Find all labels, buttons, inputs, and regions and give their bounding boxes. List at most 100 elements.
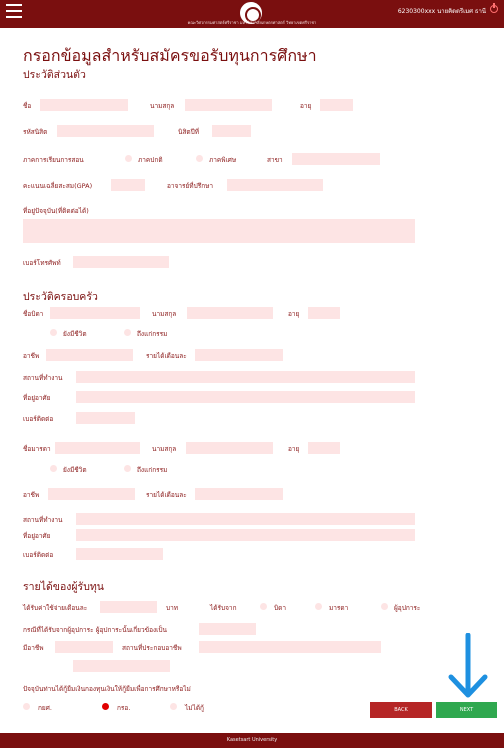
mother-age-label: อายุ: [288, 445, 300, 453]
age-input[interactable]: [320, 99, 353, 111]
mother-contact-label: เบอร์ติดต่อ: [23, 551, 54, 559]
father-age-label: อายุ: [288, 310, 300, 318]
footer: Kasetsart University: [0, 733, 504, 748]
father-age-input[interactable]: [308, 307, 340, 319]
address-input[interactable]: [23, 219, 415, 243]
mother-contact-input[interactable]: [76, 548, 163, 560]
mother-surname-input[interactable]: [186, 442, 273, 454]
from-father-radio[interactable]: [260, 603, 267, 610]
phone-input[interactable]: [73, 256, 169, 268]
father-occupation-label: อาชีพ: [23, 352, 40, 360]
father-surname-input[interactable]: [187, 307, 273, 319]
from-guardian-label: ผู้อุปการะ: [394, 604, 421, 612]
loan-kyos-radio[interactable]: [23, 703, 30, 710]
phone-label: เบอร์โทรศัพท์: [23, 259, 61, 267]
gpa-input[interactable]: [111, 179, 145, 191]
loan-none-label: ไม่ได้กู้: [185, 704, 204, 712]
regular-label: ภาคปกติ: [138, 156, 163, 164]
father-dead-label: ถึงแก่กรรม: [137, 330, 168, 338]
mother-alive-radio[interactable]: [50, 465, 57, 472]
faculty-name: คณะวิศวกรรมศาสตร์ศรีราชา มหาวิทยาลัยเกษต…: [187, 20, 317, 25]
father-contact-input[interactable]: [76, 412, 135, 424]
student-id-label: รหัสนิสิต: [23, 128, 48, 136]
father-workplace-label: สถานที่ทำงาน: [23, 374, 63, 382]
father-dead-radio[interactable]: [124, 329, 131, 336]
father-income-label: รายได้เดือนละ: [146, 352, 187, 360]
father-name-input[interactable]: [50, 307, 140, 319]
logout-icon[interactable]: [490, 3, 498, 13]
income-heading: รายได้ของผู้รับทุน: [23, 581, 104, 593]
father-alive-radio[interactable]: [50, 329, 57, 336]
guardian-workplace-input[interactable]: [199, 641, 381, 653]
back-button[interactable]: BACK: [370, 702, 432, 718]
mother-age-input[interactable]: [308, 442, 340, 454]
mother-income-input[interactable]: [195, 488, 283, 500]
mother-residence-input[interactable]: [76, 529, 415, 541]
student-id-input[interactable]: [57, 125, 154, 137]
mother-residence-label: ที่อยู่อาศัย: [23, 532, 51, 540]
regular-radio[interactable]: [125, 155, 132, 162]
monthly-label: ได้รับค่าใช้จ่ายเดือนละ: [23, 604, 88, 612]
from-mother-label: มารดา: [329, 604, 349, 612]
from-guardian-radio[interactable]: [381, 603, 388, 610]
major-label: สาขา: [267, 156, 283, 164]
father-income-input[interactable]: [195, 349, 283, 361]
father-occupation-input[interactable]: [46, 349, 133, 361]
address-label: ที่อยู่ปัจจุบัน(ที่ติดต่อได้): [23, 207, 89, 215]
father-surname-label: นามสกุล: [152, 310, 177, 318]
guardian-workplace-extra-input[interactable]: [73, 660, 170, 672]
age-label: อายุ: [300, 102, 312, 110]
surname-input[interactable]: [185, 99, 272, 111]
loan-question: ปัจจุบันท่านได้กู้ยืมเงินกองทุนเงินให้กู…: [23, 685, 191, 693]
loan-none-radio[interactable]: [170, 703, 177, 710]
top-bar: คณะวิศวกรรมศาสตร์ศรีราชา มหาวิทยาลัยเกษต…: [0, 0, 504, 28]
mother-dead-radio[interactable]: [124, 465, 131, 472]
user-name: 6230300xxx นายคิดตรีเมศ ธานี: [397, 8, 486, 15]
monthly-input[interactable]: [100, 601, 157, 613]
from-mother-radio[interactable]: [315, 603, 322, 610]
mother-occupation-input[interactable]: [48, 488, 135, 500]
name-input[interactable]: [40, 99, 128, 111]
guardian-occupation-label: มีอาชีพ: [23, 644, 44, 652]
guardian-occupation-input[interactable]: [55, 641, 113, 653]
personal-heading: ประวัติส่วนตัว: [23, 69, 86, 81]
baht-label: บาท: [166, 604, 179, 612]
guardian-workplace-label: สถานที่ประกอบอาชีพ: [122, 644, 182, 652]
from-label: ได้รับจาก: [210, 604, 237, 612]
special-label: ภาคพิเศษ: [209, 156, 237, 164]
father-residence-input[interactable]: [76, 391, 415, 403]
loan-kro-label: กรอ.: [117, 704, 131, 712]
father-alive-label: ยังมีชีวิต: [63, 330, 87, 338]
major-input[interactable]: [292, 153, 380, 165]
mother-workplace-input[interactable]: [76, 513, 415, 525]
arrow-down-icon: [448, 633, 488, 698]
surname-label: นามสกุล: [150, 102, 175, 110]
from-father-label: บิดา: [274, 604, 286, 612]
advisor-label: อาจารย์ที่ปรึกษา: [167, 182, 214, 190]
program-label: ภาคการเรียนการสอน: [23, 156, 84, 164]
loan-kro-radio[interactable]: [102, 703, 109, 710]
gpa-label: คะแนนเฉลี่ยสะสม(GPA): [23, 182, 93, 190]
year-input[interactable]: [212, 125, 251, 137]
loan-kyos-label: กยศ.: [38, 704, 52, 712]
father-contact-label: เบอร์ติดต่อ: [23, 415, 54, 423]
father-residence-label: ที่อยู่อาศัย: [23, 394, 51, 402]
mother-name-input[interactable]: [55, 442, 140, 454]
father-workplace-input[interactable]: [76, 371, 415, 383]
guardian-relation-input[interactable]: [199, 623, 256, 635]
mother-surname-label: นามสกุล: [152, 445, 177, 453]
guardian-note-label: กรณีที่ได้รับจากผู้อุปการะ ผู้อุปการะนั้…: [23, 626, 167, 634]
name-label: ชื่อ: [23, 102, 32, 110]
next-button[interactable]: NEXT: [436, 702, 497, 718]
advisor-input[interactable]: [227, 179, 323, 191]
special-radio[interactable]: [196, 155, 203, 162]
year-label: นิสิตปีที่: [178, 128, 200, 136]
mother-alive-label: ยังมีชีวิต: [63, 466, 87, 474]
father-label: ชื่อบิดา: [23, 310, 44, 318]
mother-workplace-label: สถานที่ทำงาน: [23, 516, 63, 524]
mother-dead-label: ถึงแก่กรรม: [137, 466, 168, 474]
menu-icon[interactable]: [6, 4, 22, 18]
mother-label: ชื่อมารดา: [23, 445, 51, 453]
mother-occupation-label: อาชีพ: [23, 491, 40, 499]
family-heading: ประวัติครอบครัว: [23, 291, 98, 303]
